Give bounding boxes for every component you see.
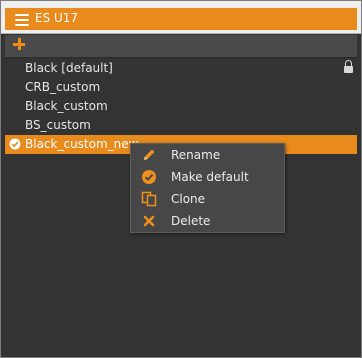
context-menu: Rename Make default Clone Delete — [130, 143, 285, 233]
pencil-icon — [144, 149, 155, 160]
menu-item-clone[interactable]: Clone — [131, 188, 284, 210]
preset-label: Black_custom — [25, 99, 108, 113]
preset-window: ES U17 Black [default] CRB_custom Black_… — [0, 0, 362, 358]
copy-icon — [141, 191, 157, 207]
panel-title: ES U17 — [35, 11, 79, 25]
panel-header[interactable]: ES U17 — [5, 8, 357, 30]
check-circle-icon — [142, 170, 156, 184]
preset-row-crb-custom[interactable]: CRB_custom — [5, 78, 357, 97]
preset-label: CRB_custom — [25, 80, 101, 94]
menu-item-make-default[interactable]: Make default — [131, 166, 284, 188]
add-preset-button[interactable] — [12, 37, 28, 53]
toolbar — [5, 35, 357, 58]
lock-icon — [344, 60, 353, 73]
preset-row-black-custom[interactable]: Black_custom — [5, 97, 357, 116]
menu-item-label: Make default — [171, 170, 249, 184]
preset-row-bs-custom[interactable]: BS_custom — [5, 116, 357, 135]
x-icon — [143, 215, 155, 227]
preset-label: Black_custom_new — [25, 137, 139, 151]
preset-row-black-default[interactable]: Black [default] — [5, 59, 357, 78]
hamburger-menu-icon[interactable] — [15, 14, 29, 26]
menu-item-delete[interactable]: Delete — [131, 210, 284, 232]
check-circle-icon — [9, 138, 21, 150]
menu-item-rename[interactable]: Rename — [131, 144, 284, 166]
preset-label: BS_custom — [25, 118, 91, 132]
preset-label: Black [default] — [25, 61, 113, 75]
preset-list: Black [default] CRB_custom Black_custom … — [5, 59, 357, 154]
menu-item-label: Delete — [171, 214, 211, 228]
menu-item-label: Rename — [171, 148, 221, 162]
menu-item-label: Clone — [171, 192, 206, 206]
